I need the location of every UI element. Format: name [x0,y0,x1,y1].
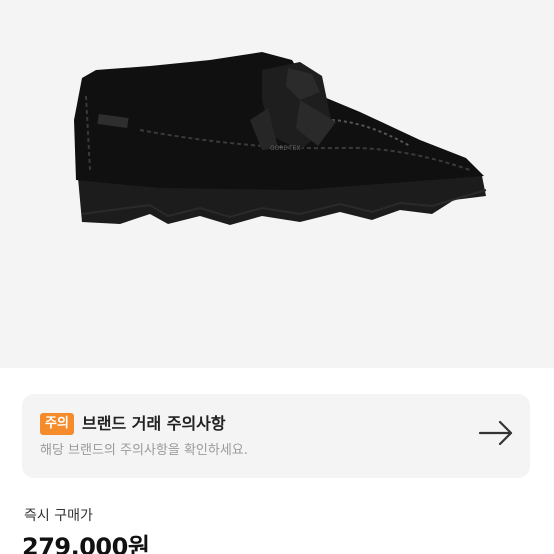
caution-badge: 주의 [40,413,74,435]
product-image[interactable]: GORE-TEX [0,0,554,368]
arrow-right-icon[interactable] [478,420,514,446]
shoe-illustration: GORE-TEX [74,52,487,225]
brand-notice-card[interactable]: 주의 브랜드 거래 주의사항 해당 브랜드의 주의사항을 확인하세요. [22,394,530,478]
notice-subtitle: 해당 브랜드의 주의사항을 확인하세요. [40,443,248,458]
shoe-brand-label: GORE-TEX [270,145,301,152]
instant-buy-price: 279,000원 [22,533,150,554]
notice-title: 브랜드 거래 주의사항 [82,414,226,433]
instant-buy-price-label: 즉시 구매가 [24,508,93,524]
